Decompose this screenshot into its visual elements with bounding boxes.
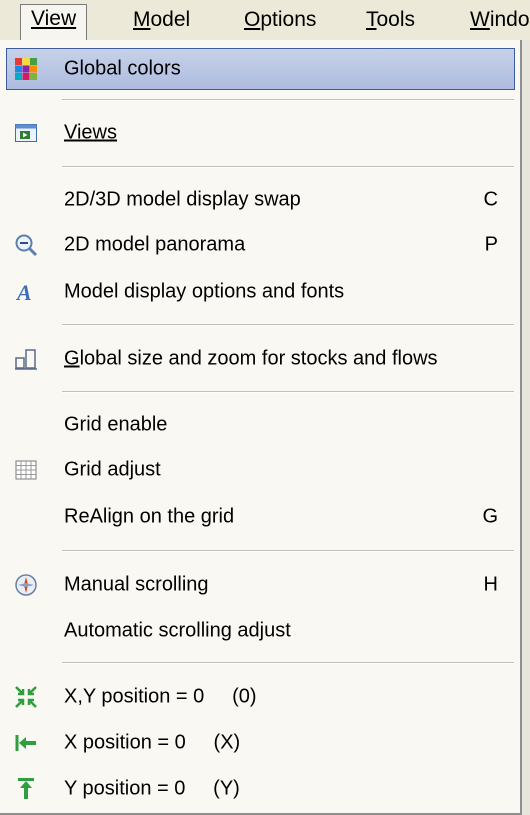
svg-text:A: A: [15, 280, 32, 304]
compass-icon: [14, 573, 38, 597]
menu-item-label: Grid enable: [64, 413, 168, 436]
menu-bar: View Model Options Tools Windo: [0, 0, 530, 41]
menu-item-label: Y position = 0 (Y): [64, 777, 240, 800]
menu-item-label: 2D/3D model display swap: [64, 188, 301, 211]
menu-item-label: Automatic scrolling adjust: [64, 619, 291, 642]
menu-item-label: ReAlign on the grid: [64, 505, 235, 528]
y-position-icon: [14, 777, 38, 801]
view-dropdown-menu: Global colors Views 2D/3D model display …: [0, 40, 522, 815]
menu-window-label: Windo: [470, 8, 530, 31]
zoom-out-icon: [14, 233, 38, 257]
menu-item-y-position[interactable]: Y position = 0 (Y): [0, 766, 520, 812]
menu-item-label: X,Y position = 0 (0): [64, 685, 257, 708]
menu-separator: [62, 166, 514, 168]
menu-separator: [62, 99, 514, 101]
menu-separator: [62, 662, 514, 664]
menu-item-label: Model display options and fonts: [64, 280, 345, 303]
menu-item-xy-position[interactable]: X,Y position = 0 (0): [0, 674, 520, 720]
menu-options-label: Options: [244, 8, 317, 31]
menu-item-label: Grid adjust: [64, 458, 161, 481]
menu-separator: [62, 550, 514, 552]
menu-item-x-position[interactable]: X position = 0 (X): [0, 720, 520, 766]
font-icon: A: [14, 280, 38, 305]
menu-item-shortcut: H: [483, 573, 498, 596]
menu-item-auto-scrolling[interactable]: Automatic scrolling adjust: [0, 608, 520, 654]
menu-item-label: 2D model panorama: [64, 233, 246, 256]
menu-tools[interactable]: Tools: [366, 6, 415, 34]
grid-icon: [14, 458, 38, 482]
menu-item-label: X position = 0 (X): [64, 731, 241, 754]
xy-position-icon: [14, 685, 38, 709]
menu-item-label: Global size and zoom for stocks and flow…: [64, 347, 438, 370]
background-window-edge: [522, 40, 530, 815]
menu-view-label: View: [31, 7, 77, 30]
menu-item-2d3d-swap[interactable]: 2D/3D model display swap C: [0, 177, 520, 223]
menu-separator: [62, 324, 514, 326]
menu-item-views[interactable]: Views: [0, 110, 520, 156]
menu-item-realign-grid[interactable]: ReAlign on the grid G: [0, 494, 520, 540]
menu-model-label: Model: [133, 8, 191, 31]
menu-view[interactable]: View: [20, 4, 88, 41]
menu-item-label: Manual scrolling: [64, 573, 209, 596]
menu-item-label: Views: [64, 121, 117, 144]
palette-icon: [14, 57, 38, 81]
x-position-icon: [14, 731, 38, 755]
menu-tools-label: Tools: [366, 8, 416, 31]
menu-item-label: Global colors: [64, 57, 181, 80]
menu-item-grid-enable[interactable]: Grid enable: [0, 402, 520, 448]
menu-item-global-colors[interactable]: Global colors: [6, 48, 515, 90]
menu-separator: [62, 391, 514, 393]
views-icon: [14, 121, 38, 145]
menu-item-shortcut: P: [484, 233, 498, 256]
menu-item-grid-adjust[interactable]: Grid adjust: [0, 447, 520, 493]
menu-window[interactable]: Windo: [470, 6, 530, 34]
menu-item-display-options[interactable]: A Model display options and fonts: [0, 269, 520, 315]
menu-item-shortcut: C: [483, 188, 498, 211]
menu-options[interactable]: Options: [244, 6, 316, 34]
menu-item-manual-scrolling[interactable]: Manual scrolling H: [0, 562, 520, 608]
menu-item-2d-panorama[interactable]: 2D model panorama P: [0, 222, 520, 268]
size-icon: [14, 347, 38, 371]
menu-item-global-size-zoom[interactable]: Global size and zoom for stocks and flow…: [0, 336, 520, 382]
menu-item-shortcut: G: [482, 505, 498, 528]
menu-model[interactable]: Model: [133, 6, 190, 34]
